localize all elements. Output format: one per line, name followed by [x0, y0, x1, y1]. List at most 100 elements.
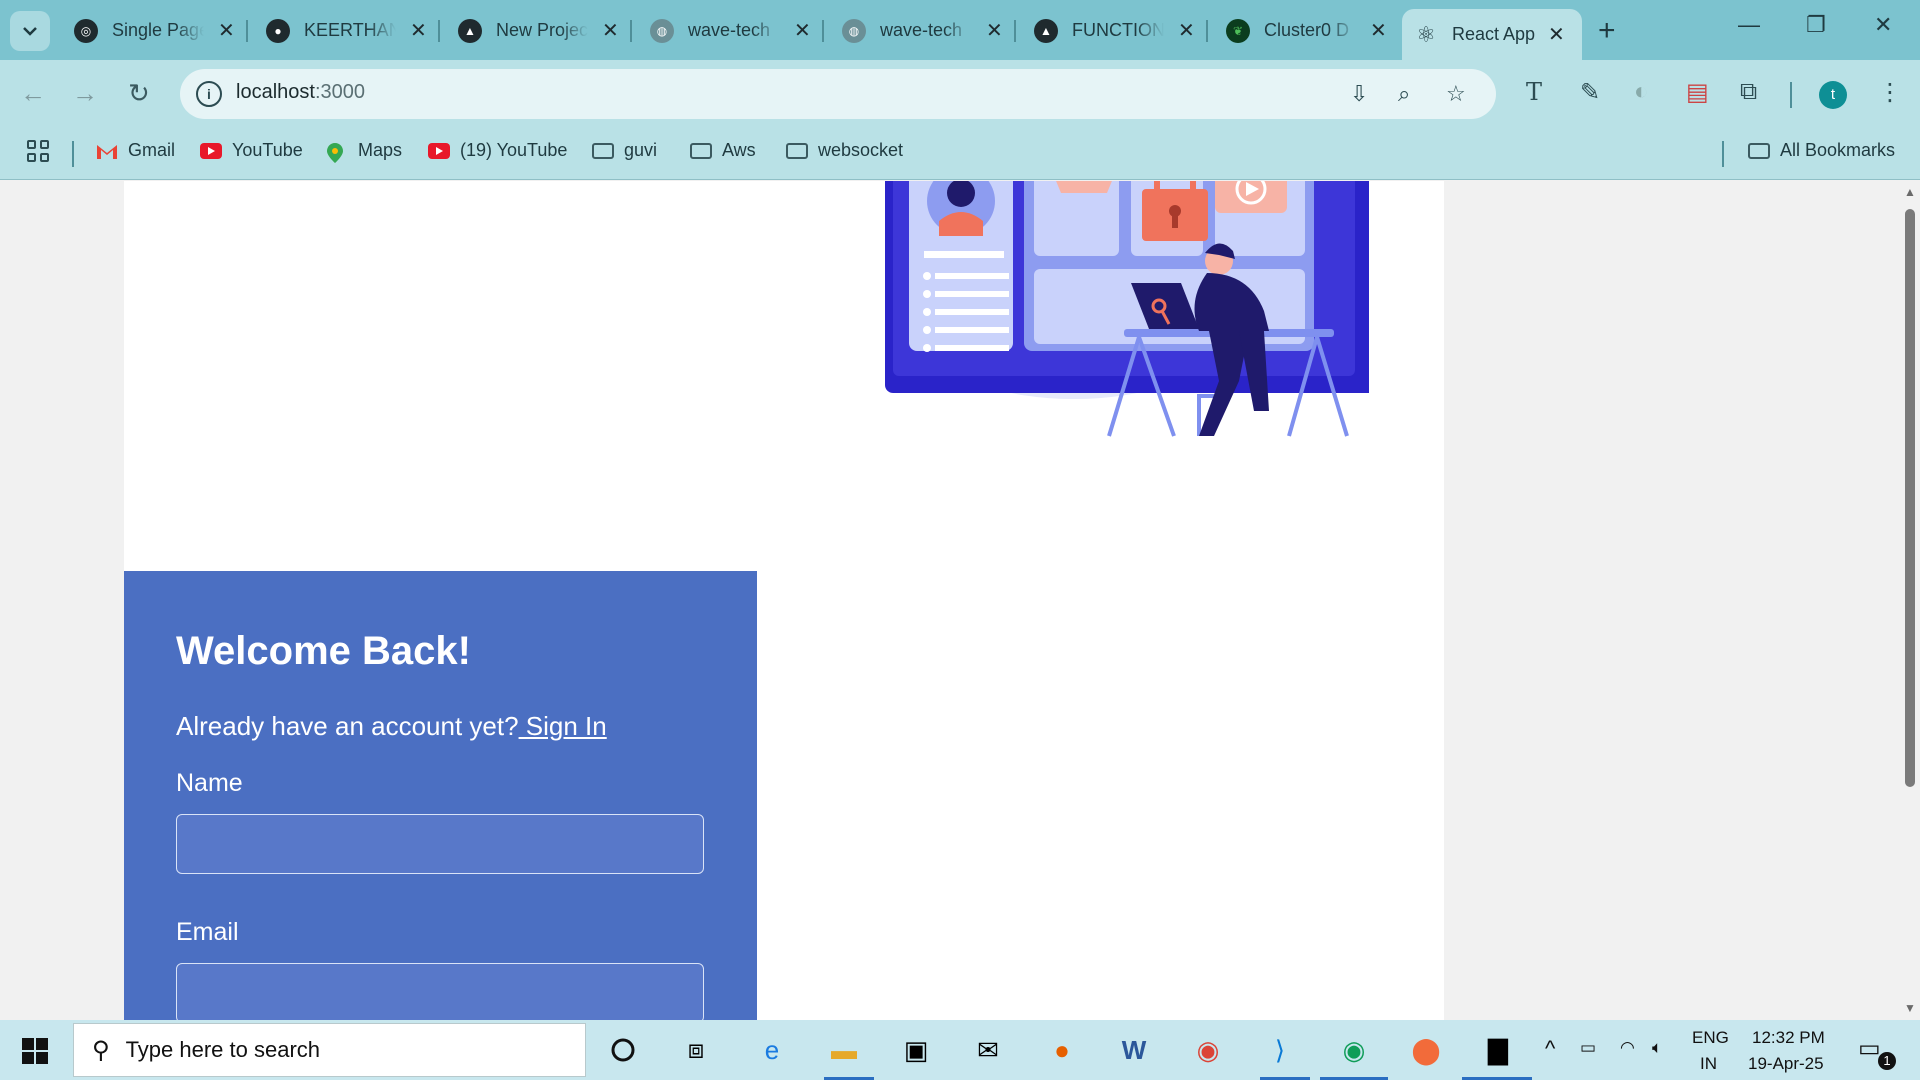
- translate-extension-icon[interactable]: T: [1526, 78, 1542, 106]
- tab-wave-tech-1[interactable]: ◍ wave-tech ✕: [638, 9, 823, 52]
- puzzle-icon[interactable]: ⧉: [1740, 78, 1757, 106]
- tab-react-app[interactable]: ⚛ React App ✕: [1402, 9, 1582, 60]
- bookmark-gmail[interactable]: Gmail: [96, 140, 175, 161]
- bookmark-youtube-19[interactable]: (19) YouTube: [428, 140, 567, 161]
- clock-date[interactable]: 19-Apr-25: [1748, 1054, 1824, 1074]
- tab-wave-tech-2[interactable]: ◍ wave-tech ✕: [830, 9, 1015, 52]
- microsoft-store-icon[interactable]: ▣: [898, 1032, 934, 1068]
- task-view-icon[interactable]: ⧈: [678, 1032, 714, 1068]
- close-icon[interactable]: ✕: [1548, 22, 1565, 47]
- chrome-profile-icon[interactable]: ◉: [1336, 1032, 1372, 1068]
- cortana-icon[interactable]: [605, 1032, 641, 1068]
- bookmark-star-icon[interactable]: ☆: [1446, 81, 1466, 107]
- terminal-icon[interactable]: ▇: [1480, 1032, 1516, 1068]
- tab-title: Cluster0 D: [1264, 20, 1350, 40]
- wifi-icon[interactable]: ◠: [1620, 1038, 1635, 1058]
- close-icon[interactable]: ✕: [986, 18, 1003, 43]
- tab-function[interactable]: ▲ FUNCTION ✕: [1022, 9, 1207, 52]
- tab-new-project[interactable]: ▲ New Project ✕: [446, 9, 631, 52]
- close-icon[interactable]: ✕: [794, 18, 811, 43]
- volume-icon[interactable]: 🔈︎: [1652, 1038, 1662, 1058]
- close-icon[interactable]: ✕: [410, 18, 427, 43]
- forward-button[interactable]: →: [72, 78, 98, 109]
- youtube-icon: [200, 142, 222, 159]
- vercel-icon: ▲: [1034, 18, 1058, 43]
- tab-single-page[interactable]: ◎ Single Page ✕: [62, 9, 247, 52]
- tab-strip: ◎ Single Page ✕ ● KEERTHAN ✕ ▲ New Proje…: [0, 0, 1920, 60]
- clock-time[interactable]: 12:32 PM: [1752, 1028, 1825, 1048]
- tab-search-button[interactable]: [10, 11, 50, 51]
- tab-github[interactable]: ● KEERTHAN ✕: [254, 9, 439, 52]
- tab-title: FUNCTION: [1072, 20, 1164, 40]
- tab-title: React App: [1452, 24, 1536, 44]
- bookmark-label: (19) YouTube: [460, 140, 568, 160]
- chevron-up-icon[interactable]: ^: [1545, 1036, 1555, 1062]
- back-button[interactable]: ←: [20, 78, 46, 109]
- color-picker-extension-icon[interactable]: ✎: [1580, 78, 1600, 107]
- bookmark-youtube[interactable]: YouTube: [200, 140, 303, 161]
- region-code[interactable]: IN: [1700, 1054, 1717, 1074]
- close-icon[interactable]: ✕: [602, 18, 619, 43]
- url-host: localhost: [236, 81, 315, 103]
- page-viewport: Welcome Back! Already have an account ye…: [0, 181, 1900, 1020]
- url-text[interactable]: localhost:3000: [236, 81, 365, 104]
- new-tab-button[interactable]: +: [1598, 14, 1616, 48]
- minimize-button[interactable]: —: [1738, 12, 1760, 38]
- mail-icon[interactable]: ✉: [970, 1032, 1006, 1068]
- bookmark-label: guvi: [624, 140, 658, 160]
- site-info-icon[interactable]: i: [196, 81, 222, 107]
- address-bar[interactable]: i localhost:3000 ⇩ ⌕ ☆: [180, 69, 1496, 119]
- email-field[interactable]: [176, 963, 704, 1020]
- all-bookmarks-button[interactable]: All Bookmarks: [1748, 140, 1895, 161]
- close-window-button[interactable]: ✕: [1874, 12, 1892, 38]
- zoom-icon[interactable]: ⌕: [1398, 81, 1410, 107]
- reload-button[interactable]: ↻: [128, 78, 150, 109]
- menu-icon[interactable]: ⋮: [1878, 78, 1902, 107]
- page-scrollbar[interactable]: ▲ ▼: [1900, 181, 1920, 1020]
- chrome-icon[interactable]: ◉: [1190, 1032, 1226, 1068]
- close-icon[interactable]: ✕: [1178, 18, 1195, 43]
- bookmark-folder-websocket[interactable]: websocket: [786, 140, 903, 161]
- restore-button[interactable]: ❐: [1806, 12, 1826, 38]
- scroll-down-icon[interactable]: ▼: [1904, 1001, 1916, 1015]
- openai-icon: ◎: [74, 18, 98, 43]
- install-app-icon[interactable]: ⇩: [1350, 81, 1368, 107]
- toolbar-divider: [1790, 82, 1792, 108]
- extension-icon[interactable]: ◐: [1634, 78, 1649, 106]
- language-code[interactable]: ENG: [1692, 1028, 1729, 1048]
- file-explorer-icon[interactable]: ▬: [826, 1032, 862, 1068]
- name-field[interactable]: [176, 814, 704, 874]
- scroll-thumb[interactable]: [1905, 209, 1915, 787]
- gmail-icon: [96, 142, 118, 160]
- firefox-icon[interactable]: ●: [1044, 1032, 1080, 1068]
- bookmark-label: YouTube: [232, 140, 303, 160]
- bookmark-maps[interactable]: Maps: [326, 140, 402, 163]
- bookmark-folder-guvi[interactable]: guvi: [592, 140, 657, 161]
- tab-title: KEERTHAN: [304, 20, 396, 40]
- page-title: Welcome Back!: [176, 629, 471, 673]
- chevron-down-icon: [23, 27, 37, 36]
- youtube-icon: [428, 142, 450, 159]
- word-icon[interactable]: W: [1116, 1032, 1152, 1068]
- bookmark-label: Gmail: [128, 140, 176, 160]
- sign-in-link[interactable]: Sign In: [519, 711, 607, 741]
- vscode-icon[interactable]: ⟩: [1262, 1032, 1298, 1068]
- tab-cluster0[interactable]: ❦ Cluster0 D ✕: [1214, 9, 1399, 52]
- close-icon[interactable]: ✕: [1370, 18, 1387, 43]
- battery-icon[interactable]: ▭: [1580, 1038, 1596, 1058]
- taskbar-search-box[interactable]: ⚲ Type here to search: [73, 1023, 586, 1077]
- signin-prompt: Already have an account yet? Sign In: [176, 711, 607, 742]
- avatar[interactable]: t: [1819, 81, 1847, 109]
- bookmark-folder-aws[interactable]: Aws: [690, 140, 756, 161]
- search-placeholder: Type here to search: [125, 1037, 321, 1062]
- apps-grid-icon[interactable]: [27, 140, 49, 162]
- scroll-up-icon[interactable]: ▲: [1904, 185, 1916, 199]
- windows-start-button[interactable]: [22, 1038, 48, 1064]
- close-icon[interactable]: ✕: [218, 18, 235, 43]
- tab-divider: [822, 20, 824, 42]
- postman-icon[interactable]: ⬤: [1408, 1032, 1444, 1068]
- edge-icon[interactable]: e: [754, 1032, 790, 1068]
- signup-form-panel: Welcome Back! Already have an account ye…: [124, 571, 757, 1020]
- extension-icon[interactable]: ▤: [1686, 78, 1709, 107]
- tab-divider: [630, 20, 632, 42]
